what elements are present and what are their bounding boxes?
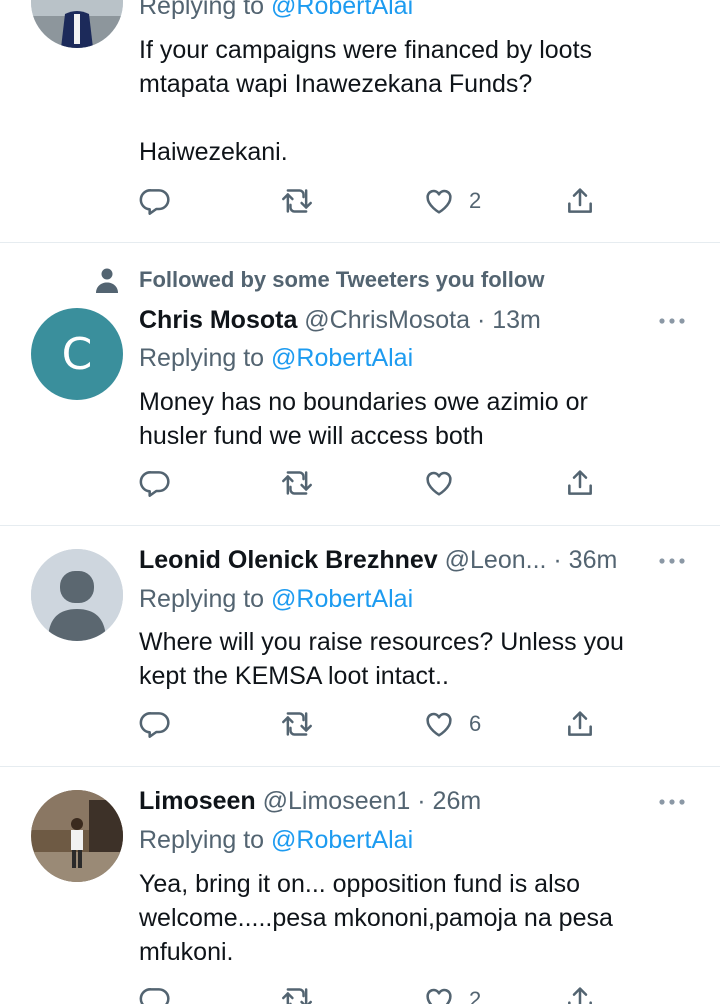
reply-icon bbox=[139, 471, 170, 497]
share-button[interactable] bbox=[564, 183, 596, 219]
more-icon[interactable] bbox=[658, 316, 686, 326]
mention-link[interactable]: @RobertAlai bbox=[271, 585, 413, 613]
social-context: Followed by some Tweeters you follow bbox=[92, 266, 544, 294]
retweet-icon bbox=[282, 988, 312, 1004]
like-icon bbox=[426, 712, 452, 737]
replying-to-label: Replying to bbox=[139, 344, 272, 372]
photo-avatar bbox=[31, 790, 123, 882]
replying-to-line: Replying to @RobertAlai bbox=[139, 584, 413, 614]
share-icon bbox=[568, 470, 592, 495]
avatar[interactable] bbox=[31, 549, 123, 641]
tweet-text: Where will you raise resources? Unless y… bbox=[139, 628, 624, 690]
like-count: 6 bbox=[469, 711, 482, 736]
reply-icon bbox=[139, 988, 170, 1004]
like-count: 2 bbox=[469, 987, 482, 1004]
author-line: Limoseen @Limoseen1 · 26m bbox=[139, 786, 481, 816]
tweet-text: Money has no boundaries owe azimio or hu… bbox=[139, 388, 588, 450]
retweet-icon bbox=[282, 712, 312, 736]
retweet-button[interactable] bbox=[280, 982, 314, 1004]
retweet-icon bbox=[282, 471, 312, 495]
more-icon[interactable] bbox=[658, 556, 686, 566]
tweet-3[interactable]: Leonid Olenick Brezhnev @Leon... · 36m R… bbox=[0, 526, 720, 766]
reply-button[interactable] bbox=[139, 465, 171, 501]
action-bar: 2 bbox=[0, 183, 720, 219]
tweet-text: Yea, bring it on... opposition fund is a… bbox=[139, 870, 613, 966]
avatar[interactable] bbox=[31, 0, 123, 48]
like-button[interactable]: 6 bbox=[423, 706, 481, 742]
handle-and-time: @ChrisMosota · 13m bbox=[297, 306, 541, 334]
tweet-1[interactable]: Replying to @RobertAlai If your campaign… bbox=[0, 0, 720, 242]
replying-to-label: Replying to bbox=[139, 826, 272, 854]
replying-to-label: Replying to bbox=[139, 0, 272, 20]
action-bar bbox=[0, 465, 720, 501]
author-line: Leonid Olenick Brezhnev @Leon... · 36m bbox=[139, 545, 617, 575]
reply-button[interactable] bbox=[139, 706, 171, 742]
default-avatar-icon bbox=[31, 549, 123, 641]
like-button[interactable]: 2 bbox=[423, 982, 481, 1004]
like-button[interactable]: 2 bbox=[423, 183, 481, 219]
share-button[interactable] bbox=[564, 465, 596, 501]
reply-icon bbox=[139, 189, 170, 215]
replying-to-line: Replying to @RobertAlai bbox=[139, 343, 413, 373]
share-icon bbox=[568, 188, 592, 213]
retweet-button[interactable] bbox=[280, 706, 314, 742]
reply-icon bbox=[139, 712, 170, 738]
share-icon bbox=[568, 711, 592, 736]
action-bar: 2 bbox=[0, 982, 720, 1004]
like-button[interactable] bbox=[423, 465, 455, 501]
display-name[interactable]: Limoseen bbox=[139, 787, 256, 815]
retweet-button[interactable] bbox=[280, 465, 314, 501]
author-line: Chris Mosota @ChrisMosota · 13m bbox=[139, 305, 541, 335]
like-icon bbox=[426, 988, 452, 1004]
display-name[interactable]: Chris Mosota bbox=[139, 306, 297, 334]
person-icon bbox=[96, 268, 118, 293]
replying-to-line: Replying to @RobertAlai bbox=[139, 0, 413, 21]
like-icon bbox=[426, 471, 452, 496]
mention-link[interactable]: @RobertAlai bbox=[271, 826, 413, 854]
reply-button[interactable] bbox=[139, 982, 171, 1004]
display-name[interactable]: Leonid Olenick Brezhnev bbox=[139, 546, 438, 574]
action-bar: 6 bbox=[0, 706, 720, 742]
social-context-text: Followed by some Tweeters you follow bbox=[139, 267, 545, 292]
share-button[interactable] bbox=[564, 706, 596, 742]
retweet-icon bbox=[282, 189, 312, 213]
like-count: 2 bbox=[469, 188, 482, 213]
like-icon bbox=[426, 189, 452, 214]
replying-to-line: Replying to @RobertAlai bbox=[139, 825, 413, 855]
replying-to-label: Replying to bbox=[139, 585, 272, 613]
retweet-button[interactable] bbox=[280, 183, 314, 219]
mention-link[interactable]: @RobertAlai bbox=[271, 344, 413, 372]
avatar[interactable] bbox=[31, 790, 123, 882]
handle-and-time: @Leon... · 36m bbox=[437, 546, 618, 574]
handle-and-time: @Limoseen1 · 26m bbox=[255, 787, 482, 815]
share-button[interactable] bbox=[564, 982, 596, 1004]
tweet-2[interactable]: Followed by some Tweeters you follow C C… bbox=[0, 243, 720, 525]
tweet-4[interactable]: Limoseen @Limoseen1 · 26m Replying to @R… bbox=[0, 767, 720, 1004]
avatar-letter: C bbox=[61, 328, 93, 380]
mention-link[interactable]: @RobertAlai bbox=[271, 0, 413, 20]
reply-button[interactable] bbox=[139, 183, 171, 219]
tweet-text: If your campaigns were financed by loots… bbox=[139, 36, 593, 166]
share-icon bbox=[568, 987, 592, 1004]
more-icon[interactable] bbox=[658, 797, 686, 807]
avatar[interactable]: C bbox=[31, 308, 123, 400]
